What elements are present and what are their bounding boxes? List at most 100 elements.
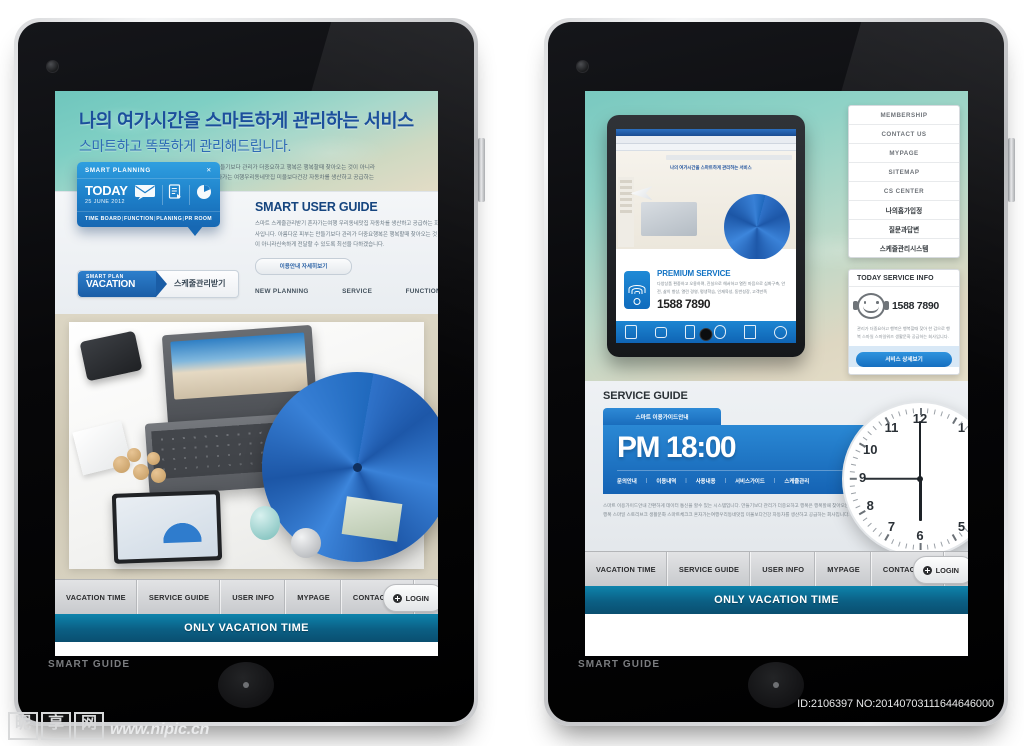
service-link[interactable]: 문의안내 <box>617 477 637 485</box>
guide-nav-item[interactable]: SERVICE <box>342 288 372 295</box>
service-link[interactable]: 스케줄관리 <box>784 477 809 485</box>
note-icon[interactable] <box>743 325 756 339</box>
clock-second-hand <box>865 478 920 480</box>
nav-item-user-info[interactable]: USER INFO <box>221 580 287 614</box>
card-tail <box>187 226 203 236</box>
footer-banner-left: ONLY VACATION TIME <box>55 614 438 642</box>
planning-tab[interactable]: PLANING <box>156 216 182 222</box>
vacation-plan-button[interactable]: SMART PLAN VACATION 스케줄관리받기 <box>77 270 239 298</box>
menu-item-sitemap[interactable]: SITEMAP <box>849 163 959 182</box>
side-power-button[interactable] <box>1008 138 1015 202</box>
login-button[interactable]: LOGIN <box>912 556 968 584</box>
close-icon[interactable]: ✕ <box>206 167 212 174</box>
today-date: 25 JUNE 2012 <box>85 199 125 205</box>
wifi-phone-icon <box>624 271 650 309</box>
planning-card-tabs[interactable]: TIME BOARD | FUNCTION | PLANING | PR ROOM <box>77 211 220 227</box>
menu-item-faq[interactable]: 질문과답변 <box>849 220 959 239</box>
menu-item-schedule-system[interactable]: 스케줄관리시스템 <box>849 239 959 257</box>
smart-planning-card[interactable]: SMART PLANNING ✕ TODAY 25 JUNE 2012 TIME… <box>77 162 220 236</box>
today-label: TODAY <box>85 183 128 198</box>
right-hero-section: 나의 여가시간을 스마트하게 관리하는 서비스 PREMIUM SERVICE … <box>585 91 968 381</box>
inner-tablet-mockup: 나의 여가시간을 스마트하게 관리하는 서비스 PREMIUM SERVICE … <box>607 115 805 357</box>
user-guide-block: SMART USER GUIDE 스마트 스케줄관리받기 혼자가는여행 우리동네… <box>255 200 438 275</box>
tablet-icon[interactable] <box>625 325 638 339</box>
tablet-glass-left: 나의 여가시간을 스마트하게 관리하는 서비스 스마트하고 똑똑하게 관리해드립… <box>18 22 474 722</box>
bottom-nav-left[interactable]: VACATION TIME SERVICE GUIDE USER INFO MY… <box>55 579 438 614</box>
poster-canvas: 나의 여가시간을 스마트하게 관리하는 서비스 스마트하고 똑똑하게 관리해드립… <box>0 0 1024 746</box>
nav-item-mypage[interactable]: MYPAGE <box>286 580 342 614</box>
vacation-tag: SMART PLAN VACATION <box>78 271 167 297</box>
nav-item-vacation-time[interactable]: VACATION TIME <box>55 580 138 614</box>
phone-icon[interactable] <box>713 325 726 339</box>
page-headline: 나의 여가시간을 스마트하게 관리하는 서비스 <box>670 165 752 170</box>
planning-tab[interactable]: TIME BOARD <box>85 216 121 222</box>
vacation-tag-big: VACATION <box>86 279 136 290</box>
nav-item-user-info[interactable]: USER INFO <box>751 552 817 586</box>
nav-item-service-guide[interactable]: SERVICE GUIDE <box>138 580 222 614</box>
device-brand-label: SMART GUIDE <box>578 659 661 670</box>
home-button[interactable] <box>748 662 804 708</box>
nav-item-service-guide[interactable]: SERVICE GUIDE <box>668 552 752 586</box>
inner-home-button[interactable] <box>699 328 713 341</box>
menu-item-membership[interactable]: MEMBERSHIP <box>849 106 959 125</box>
user-guide-paragraph: 스마트 스케줄관리받기 혼자가는여행 우리동네맛집 자동차를 생산하고 공급하는… <box>255 221 438 249</box>
document-icon[interactable] <box>168 184 183 205</box>
divider <box>161 184 163 205</box>
side-power-button[interactable] <box>478 138 485 202</box>
nav-item-vacation-time[interactable]: VACATION TIME <box>585 552 668 586</box>
clock-number: 11 <box>884 420 899 435</box>
page-title: 나의 여가시간을 스마트하게 관리하는 서비스 <box>79 110 414 131</box>
service-info-paragraph: 관리가 더중요하고 행복은 행복할때 찾아 한 감으로 행복 스마일 스마일워즈… <box>857 326 950 339</box>
premium-title: PREMIUM SERVICE <box>657 269 731 279</box>
service-link[interactable]: 사용내용 <box>696 477 716 485</box>
user-guide-cta-button[interactable]: 이용안내 자세히보기 <box>255 257 352 275</box>
menu-item-cs-center[interactable]: CS CENTER <box>849 182 959 201</box>
service-guide-tab[interactable]: 스마트 이용가이드안내 <box>603 408 721 425</box>
service-link[interactable]: 서비스가이드 <box>735 477 765 485</box>
divider <box>189 184 190 205</box>
service-guide-section: SERVICE GUIDE 스마트 이용가이드안내 PM 18:00 문의안내 |… <box>585 381 968 557</box>
nav-item-mypage[interactable]: MYPAGE <box>816 552 872 586</box>
planning-tab[interactable]: FUNCTION <box>124 216 154 222</box>
menu-item-mypage[interactable]: MYPAGE <box>849 144 959 163</box>
chat-icon[interactable] <box>655 326 668 338</box>
side-menu[interactable]: MEMBERSHIP CONTACT US MYPAGE SITEMAP CS … <box>848 105 960 258</box>
clock-center-pin <box>917 476 923 482</box>
planning-tab[interactable]: PR ROOM <box>185 216 212 222</box>
plus-icon <box>922 565 932 575</box>
hero-photo <box>55 314 438 579</box>
bottom-nav-right[interactable]: VACATION TIME SERVICE GUIDE USER INFO MY… <box>585 551 968 586</box>
watermark-char: 享 <box>41 712 71 740</box>
browser-titlebar <box>616 129 796 136</box>
home-button[interactable] <box>218 662 274 708</box>
can-photo-object <box>291 528 321 558</box>
guide-nav-item[interactable]: FUNCTION <box>406 288 438 295</box>
guide-nav[interactable]: NEW PLANNING SERVICE FUNCTION <box>255 288 438 295</box>
service-link[interactable]: 이용내역 <box>656 477 676 485</box>
user-guide-title: SMART USER GUIDE <box>255 200 378 214</box>
clock-hour-hand <box>918 479 922 521</box>
cookies-photo-object <box>107 446 177 490</box>
menu-item-contact-us[interactable]: CONTACT US <box>849 125 959 144</box>
left-webpage: 나의 여가시간을 스마트하게 관리하는 서비스 스마트하고 똑똑하게 관리해드립… <box>55 91 438 656</box>
clock-minute-hand <box>918 421 922 479</box>
bottle-photo-object <box>250 506 280 540</box>
image-id-watermark: ID:2106397 NO:20140703111644646000 <box>797 698 994 710</box>
watermark-logo-icon: 昵 享 网 <box>8 712 104 740</box>
service-guide-title: SERVICE GUIDE <box>603 390 688 402</box>
mobile-icon[interactable] <box>685 325 696 339</box>
service-info-cta-button[interactable]: 서비스 상세보기 <box>856 351 952 367</box>
premium-phone: 1588 7890 <box>657 296 711 311</box>
clock-tick <box>920 408 922 415</box>
page-sidebar <box>618 177 634 247</box>
guide-nav-item[interactable]: NEW PLANNING <box>255 288 309 295</box>
inner-tablet-screen: 나의 여가시간을 스마트하게 관리하는 서비스 PREMIUM SERVICE … <box>616 129 796 343</box>
login-button[interactable]: LOGIN <box>382 584 438 612</box>
envelope-icon[interactable] <box>134 184 156 205</box>
piechart-icon[interactable] <box>196 184 212 205</box>
money-photo-object <box>341 496 403 542</box>
clock-number: 7 <box>887 519 896 534</box>
globe-icon[interactable] <box>773 325 787 339</box>
menu-item-my-membership[interactable]: 나의홈가입정 <box>849 201 959 220</box>
site-watermark: 昵 享 网 www.nipic.cn <box>8 712 209 740</box>
